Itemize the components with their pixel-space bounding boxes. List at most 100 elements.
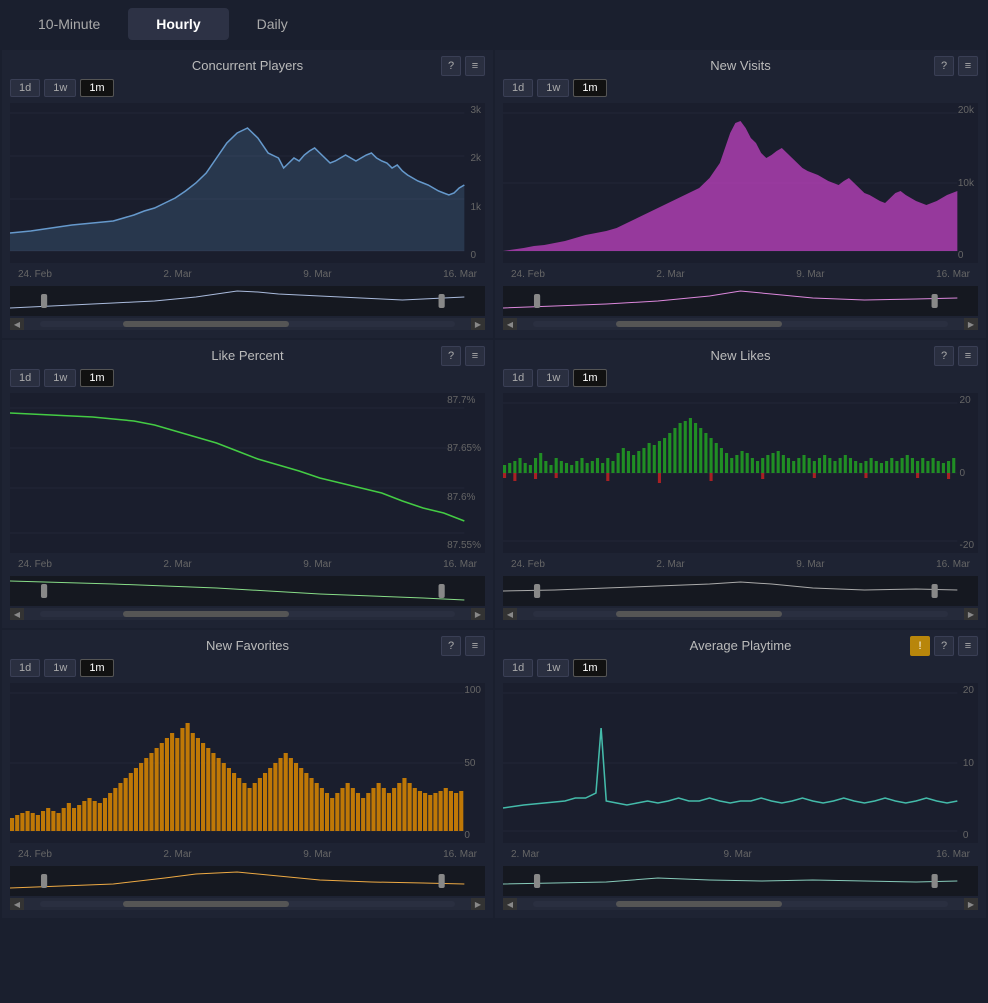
- chart-actions-newlikes: ? ≡: [934, 346, 978, 366]
- x-axis-concurrent: 24. Feb 2. Mar 9. Mar 16. Mar: [10, 267, 485, 282]
- scrollbar-thumb-playtime[interactable]: [616, 901, 782, 907]
- menu-button-concurrent[interactable]: ≡: [465, 56, 485, 76]
- time-filters-visits: 1d 1w 1m: [503, 79, 978, 97]
- chart-header-concurrent: Concurrent Players ? ≡: [10, 58, 485, 73]
- chart-actions-concurrent: ? ≡: [441, 56, 485, 76]
- scrollbar-thumb-visits[interactable]: [616, 321, 782, 327]
- menu-button-playtime[interactable]: ≡: [958, 636, 978, 656]
- y-axis-concurrent: 3k 2k 1k 0: [470, 103, 481, 263]
- scrollbar-thumb-favorites[interactable]: [123, 901, 289, 907]
- filter-1w-favorites[interactable]: 1w: [44, 659, 76, 677]
- help-button-playtime[interactable]: ?: [934, 636, 954, 656]
- chart-actions-favorites: ? ≡: [441, 636, 485, 656]
- mini-svg-favorites: [10, 866, 485, 896]
- filter-1m-likepct[interactable]: 1m: [80, 369, 113, 387]
- mini-svg-newlikes: [503, 576, 978, 606]
- scrollbar-thumb-likepct[interactable]: [123, 611, 289, 617]
- scroll-right-newlikes[interactable]: ▶: [964, 608, 978, 620]
- chart-avg-playtime: 20 10 0: [503, 683, 978, 843]
- panel-like-percent: Like Percent ? ≡ 1d 1w 1m 87.7% 87.65% 8…: [2, 340, 493, 628]
- chart-like-percent: 87.7% 87.65% 87.6% 87.55%: [10, 393, 485, 553]
- scroll-right-playtime[interactable]: ▶: [964, 898, 978, 910]
- warning-button-playtime[interactable]: !: [910, 636, 930, 656]
- chart-header-favorites: New Favorites ? ≡: [10, 638, 485, 653]
- scroll-left-newlikes[interactable]: ◀: [503, 608, 517, 620]
- x-axis-likepct: 24. Feb 2. Mar 9. Mar 16. Mar: [10, 557, 485, 572]
- scrollbar-thumb-newlikes[interactable]: [616, 611, 782, 617]
- scrollbar-visits[interactable]: ◀ ▶: [503, 318, 978, 330]
- y-axis-visits: 20k 10k 0: [958, 103, 974, 263]
- mini-svg-likepct: [10, 576, 485, 606]
- filter-1m-visits[interactable]: 1m: [573, 79, 606, 97]
- x-axis-playtime: 2. Mar 9. Mar 16. Mar: [503, 847, 978, 862]
- chart-title-favorites: New Favorites: [206, 638, 289, 653]
- filter-1d-concurrent[interactable]: 1d: [10, 79, 40, 97]
- scrollbar-playtime[interactable]: ◀ ▶: [503, 898, 978, 910]
- time-filters-newlikes: 1d 1w 1m: [503, 369, 978, 387]
- filter-1w-newlikes[interactable]: 1w: [537, 369, 569, 387]
- filter-1d-likepct[interactable]: 1d: [10, 369, 40, 387]
- scrollbar-likepct[interactable]: ◀ ▶: [10, 608, 485, 620]
- help-button-favorites[interactable]: ?: [441, 636, 461, 656]
- time-filters-concurrent: 1d 1w 1m: [10, 79, 485, 97]
- scrollbar-favorites[interactable]: ◀ ▶: [10, 898, 485, 910]
- help-button-visits[interactable]: ?: [934, 56, 954, 76]
- svg-favorites: [10, 683, 485, 843]
- scrollbar-track-concurrent: [40, 321, 455, 327]
- filter-1d-newlikes[interactable]: 1d: [503, 369, 533, 387]
- scroll-left-concurrent[interactable]: ◀: [10, 318, 24, 330]
- charts-grid: Concurrent Players ? ≡ 1d 1w 1m 3k 2k 1k…: [0, 48, 988, 920]
- help-button-newlikes[interactable]: ?: [934, 346, 954, 366]
- filter-1m-concurrent[interactable]: 1m: [80, 79, 113, 97]
- scroll-right-favorites[interactable]: ▶: [471, 898, 485, 910]
- panel-new-favorites: New Favorites ? ≡ 1d 1w 1m 100 50 0: [2, 630, 493, 918]
- filter-1w-likepct[interactable]: 1w: [44, 369, 76, 387]
- filter-1d-visits[interactable]: 1d: [503, 79, 533, 97]
- help-button-likepct[interactable]: ?: [441, 346, 461, 366]
- tab-bar: 10-Minute Hourly Daily: [0, 0, 988, 48]
- filter-1d-favorites[interactable]: 1d: [10, 659, 40, 677]
- mini-chart-favorites: [10, 866, 485, 896]
- scrollbar-thumb-concurrent[interactable]: [123, 321, 289, 327]
- menu-button-likepct[interactable]: ≡: [465, 346, 485, 366]
- mini-chart-playtime: [503, 866, 978, 896]
- scroll-right-visits[interactable]: ▶: [964, 318, 978, 330]
- filter-1d-playtime[interactable]: 1d: [503, 659, 533, 677]
- chart-actions-visits: ? ≡: [934, 56, 978, 76]
- chart-title-playtime: Average Playtime: [690, 638, 792, 653]
- menu-button-newlikes[interactable]: ≡: [958, 346, 978, 366]
- scroll-left-playtime[interactable]: ◀: [503, 898, 517, 910]
- mini-chart-concurrent: [10, 286, 485, 316]
- tab-daily[interactable]: Daily: [229, 8, 316, 40]
- scroll-right-concurrent[interactable]: ▶: [471, 318, 485, 330]
- filter-1w-playtime[interactable]: 1w: [537, 659, 569, 677]
- mini-svg-visits: [503, 286, 978, 316]
- scroll-left-likepct[interactable]: ◀: [10, 608, 24, 620]
- menu-button-favorites[interactable]: ≡: [465, 636, 485, 656]
- scroll-left-visits[interactable]: ◀: [503, 318, 517, 330]
- filter-1m-newlikes[interactable]: 1m: [573, 369, 606, 387]
- chart-new-visits: 20k 10k 0: [503, 103, 978, 263]
- chart-header-newlikes: New Likes ? ≡: [503, 348, 978, 363]
- menu-button-visits[interactable]: ≡: [958, 56, 978, 76]
- mini-svg-playtime: [503, 866, 978, 896]
- scrollbar-concurrent[interactable]: ◀ ▶: [10, 318, 485, 330]
- chart-header-playtime: Average Playtime ! ? ≡: [503, 638, 978, 653]
- chart-header-visits: New Visits ? ≡: [503, 58, 978, 73]
- filter-1m-favorites[interactable]: 1m: [80, 659, 113, 677]
- svg-concurrent: [10, 103, 485, 263]
- scroll-left-favorites[interactable]: ◀: [10, 898, 24, 910]
- filter-1w-visits[interactable]: 1w: [537, 79, 569, 97]
- help-button-concurrent[interactable]: ?: [441, 56, 461, 76]
- filter-1m-playtime[interactable]: 1m: [573, 659, 606, 677]
- scroll-right-likepct[interactable]: ▶: [471, 608, 485, 620]
- tab-hourly[interactable]: Hourly: [128, 8, 228, 40]
- chart-concurrent-players: 3k 2k 1k 0: [10, 103, 485, 263]
- svg-visits: [503, 103, 978, 263]
- filter-1w-concurrent[interactable]: 1w: [44, 79, 76, 97]
- time-filters-favorites: 1d 1w 1m: [10, 659, 485, 677]
- scrollbar-newlikes[interactable]: ◀ ▶: [503, 608, 978, 620]
- scrollbar-track-favorites: [40, 901, 455, 907]
- tab-10minute[interactable]: 10-Minute: [10, 8, 128, 40]
- chart-header-likepct: Like Percent ? ≡: [10, 348, 485, 363]
